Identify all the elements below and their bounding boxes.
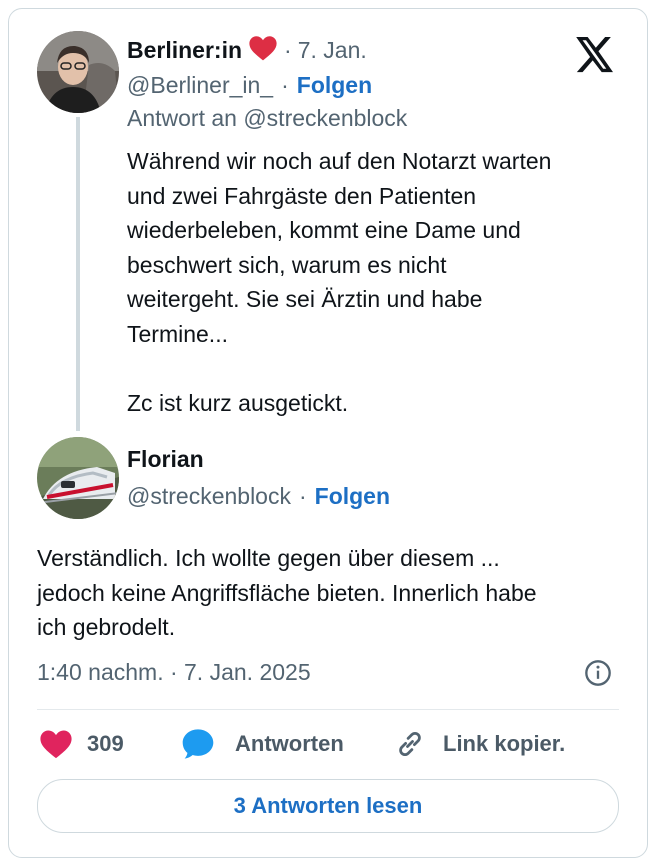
embedded-tweet-card: Berliner:in · 7. Jan. @Berliner_in_ · Fo… — [8, 8, 648, 858]
like-heart-icon — [39, 729, 73, 759]
author-name[interactable]: Berliner:in — [127, 37, 242, 64]
reply-label: Antworten — [235, 731, 344, 756]
heart-icon — [248, 35, 278, 66]
avatar-florian[interactable] — [37, 437, 119, 519]
divider — [37, 709, 619, 710]
like-button[interactable]: 309 — [39, 727, 124, 761]
link-chain-icon — [395, 729, 425, 759]
main-tweet-text: Verständlich. Ich wollte gegen über dies… — [37, 545, 537, 640]
x-logo-icon[interactable] — [575, 37, 619, 77]
separator: · — [298, 482, 307, 509]
parent-tweet-header: Berliner:in · 7. Jan. — [127, 35, 367, 65]
speech-bubble-icon — [181, 728, 215, 760]
reply-to-label[interactable]: Antwort an @streckenblock — [127, 105, 407, 132]
separator: · — [284, 36, 292, 63]
parent-handle-row: @Berliner_in_ · Folgen — [127, 70, 372, 100]
tweet-date[interactable]: 7. Jan. — [298, 37, 367, 64]
author-name[interactable]: Florian — [127, 446, 204, 473]
follow-button[interactable]: Folgen — [297, 72, 372, 99]
avatar-berliner-in-image — [37, 31, 119, 113]
copy-link-label: Link kopier. — [443, 731, 566, 756]
tweet-timestamp[interactable]: 1:40 nachm. · 7. Jan. 2025 — [37, 659, 311, 686]
info-icon[interactable] — [584, 659, 614, 689]
avatar-berliner-in[interactable] — [37, 31, 119, 113]
avatar-florian-image — [37, 437, 119, 519]
read-replies-button[interactable]: 3 Antworten lesen — [37, 779, 619, 833]
follow-button[interactable]: Folgen — [315, 483, 390, 510]
parent-tweet-text: Während wir noch auf den Notarzt warten … — [127, 148, 552, 416]
separator: · — [281, 71, 289, 98]
thread-connector-line — [76, 117, 80, 431]
author-handle[interactable]: @Berliner_in_ — [127, 72, 273, 99]
main-handle-row: @streckenblock · Folgen — [127, 481, 390, 511]
copy-link-button[interactable]: Link kopier. — [395, 727, 565, 761]
author-handle[interactable]: @streckenblock — [127, 483, 291, 510]
reply-button[interactable]: Antworten — [181, 727, 344, 761]
like-count: 309 — [87, 731, 124, 756]
